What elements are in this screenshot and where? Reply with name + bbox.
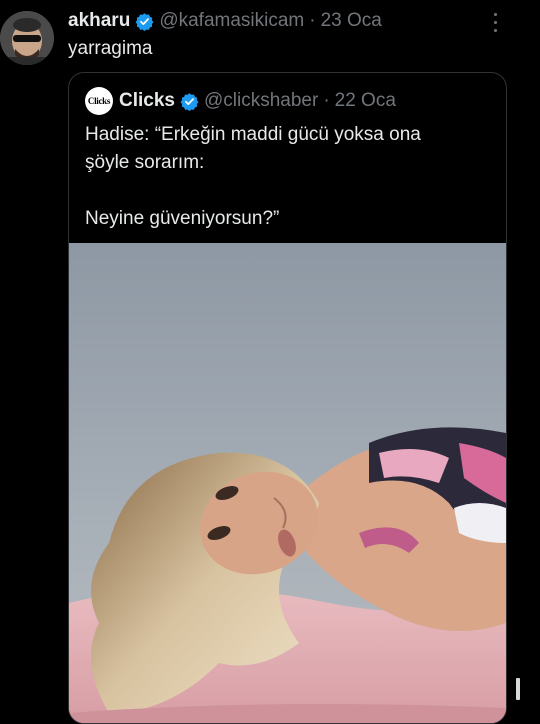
quoted-author-avatar: Clicks (85, 87, 113, 115)
avatar-image (0, 11, 54, 65)
tweet-date[interactable]: 23 Oca (321, 10, 382, 32)
quoted-text-line: Hadise: “Erkeğin maddi gücü yoksa ona (85, 124, 421, 145)
author-name[interactable]: akharu (68, 10, 130, 32)
quoted-author-handle: @clickshaber (203, 90, 319, 111)
verified-badge-icon (180, 92, 199, 111)
quoted-tweet[interactable]: Clicks Clicks @clickshaber · 22 Oca Hadi… (68, 72, 507, 724)
more-vertical-icon[interactable] (485, 10, 505, 34)
verified-badge-icon (135, 12, 154, 31)
tweet-header: akharu @kafamasikicam · 23 Oca (68, 8, 382, 34)
quoted-text-line: Neyine güveniyorsun?” (85, 208, 280, 229)
tweet-text: yarragima (68, 38, 153, 59)
author-handle[interactable]: @kafamasikicam (159, 10, 304, 32)
quoted-tweet-photo[interactable] (69, 243, 506, 723)
author-avatar[interactable] (0, 11, 54, 65)
separator-dot: · (323, 90, 330, 111)
separator-dot: · (309, 10, 316, 31)
quoted-tweet-date: 22 Oca (334, 90, 396, 111)
quoted-tweet-header: Clicks Clicks @clickshaber · 22 Oca (85, 87, 396, 115)
quoted-author-name: Clicks (119, 90, 175, 111)
quoted-tweet-text: Hadise: “Erkeğin maddi gücü yoksa ona şö… (85, 121, 490, 233)
scrollbar-thumb[interactable] (516, 678, 520, 700)
quoted-text-line: şöyle sorarım: (85, 152, 205, 173)
